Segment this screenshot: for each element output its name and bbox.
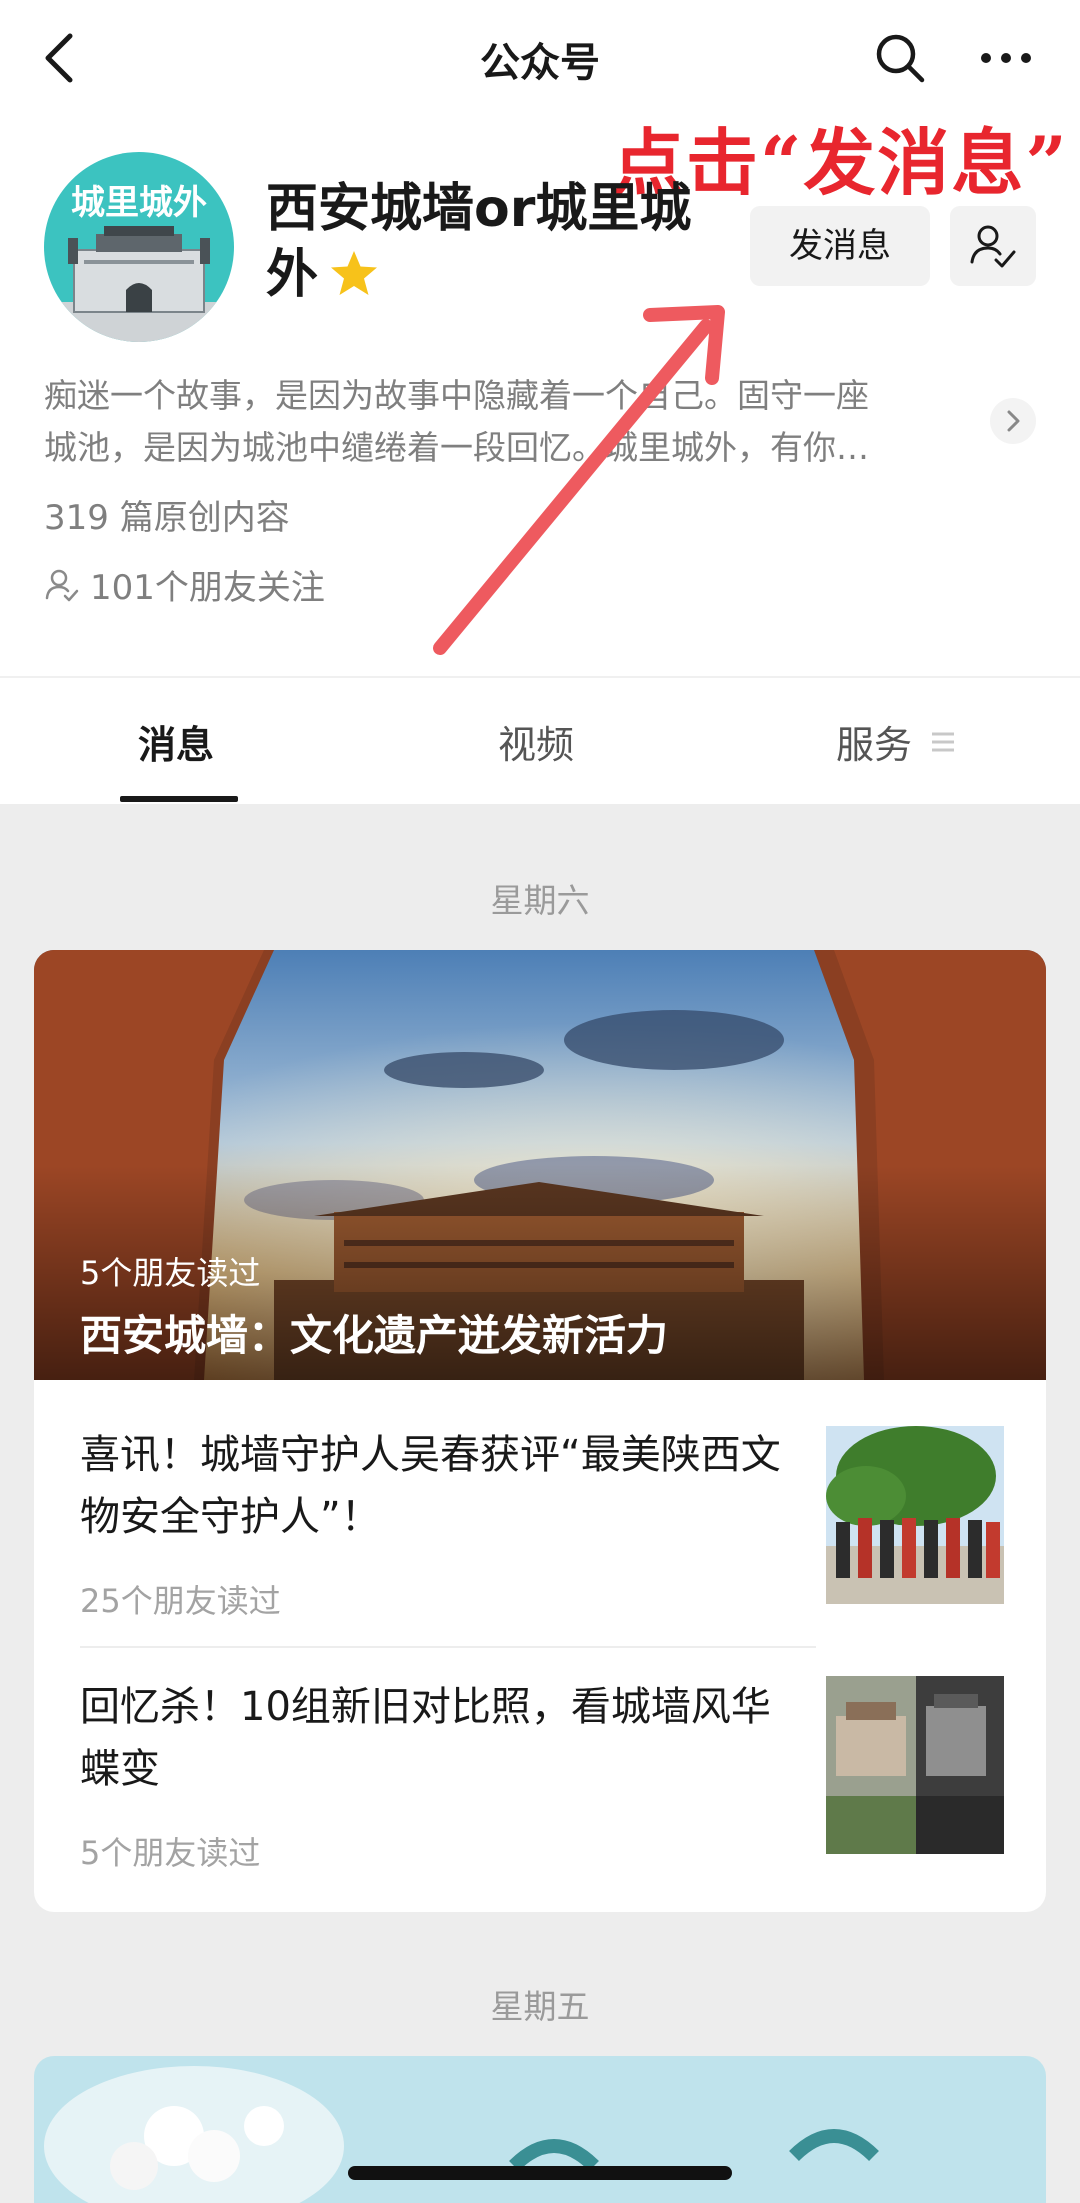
next-message-card[interactable] — [34, 2056, 1046, 2203]
account-name: 西安城墙or城里城外 — [266, 176, 726, 308]
account-description: 痴迷一个故事，是因为故事中隐藏着一个自己。固守一座 城池，是因为城池中缱绻着一段… — [44, 370, 984, 474]
original-article-count: 319 篇原创内容 — [44, 498, 290, 538]
description-line-2: 城池，是因为城池中缱绻着一段回忆。城里城外，有你… — [44, 428, 869, 467]
featured-title: 西安城墙：文化遗产迸发新活力 — [80, 1311, 669, 1360]
more-icon — [981, 53, 1031, 63]
search-button[interactable] — [872, 30, 928, 86]
article-reads: 5个朋友读过 — [80, 1834, 261, 1872]
friends-following-text: 101个朋友关注 — [90, 568, 325, 608]
tab-services-label: 服务 — [836, 723, 913, 767]
avatar-logo: 城里城外 — [44, 152, 234, 342]
user-check-icon — [970, 225, 1016, 268]
article-item[interactable]: 喜讯！城墙守护人吴春获评“最美陕西文物安全守护人”！ 25个朋友读过 — [34, 1380, 1046, 1646]
next-cover-image — [34, 2056, 1046, 2203]
search-icon — [876, 34, 925, 83]
avatar[interactable]: 城里城外 — [44, 152, 234, 342]
day-label: 星期五 — [490, 1987, 590, 2026]
article-thumbnail — [826, 1676, 1004, 1854]
article-title: 回忆杀！10组新旧对比照，看城墙风华蝶变 — [80, 1684, 771, 1792]
tab-messages[interactable]: 消息 — [138, 714, 214, 769]
send-message-button[interactable]: 发消息 — [750, 206, 930, 286]
chevron-right-icon — [1007, 410, 1020, 432]
article-title: 喜讯！城墙守护人吴春获评“最美陕西文物安全守护人”！ — [80, 1432, 781, 1540]
tab-bar: 消息 视频 服务 — [0, 678, 1080, 804]
description-line-1: 痴迷一个故事，是因为故事中隐藏着一个自己。固守一座 — [44, 376, 869, 415]
home-indicator[interactable] — [348, 2166, 732, 2180]
follow-status-button[interactable] — [950, 206, 1036, 286]
star-icon — [328, 248, 380, 300]
tab-video[interactable]: 视频 — [498, 714, 574, 769]
tab-services[interactable]: 服务 — [836, 714, 956, 769]
article-item[interactable]: 回忆杀！10组新旧对比照，看城墙风华蝶变 5个朋友读过 — [34, 1646, 1046, 1912]
article-reads: 25个朋友读过 — [80, 1582, 281, 1620]
more-button[interactable] — [978, 30, 1034, 86]
featured-reads: 5个朋友读过 — [80, 1254, 261, 1292]
active-tab-indicator — [120, 796, 238, 802]
description-expand-button[interactable] — [990, 398, 1036, 444]
featured-article[interactable]: 5个朋友读过 西安城墙：文化遗产迸发新活力 — [34, 950, 1046, 1380]
message-card: 5个朋友读过 西安城墙：文化遗产迸发新活力 喜讯！城墙守护人吴春获评“最美陕西文… — [34, 950, 1046, 1912]
friends-icon — [45, 569, 79, 601]
day-label: 星期六 — [490, 881, 590, 920]
navbar: 公众号 — [0, 0, 1080, 120]
svg-text:城里城外: 城里城外 — [71, 183, 207, 223]
friends-following[interactable]: 101个朋友关注 — [44, 560, 325, 609]
article-thumbnail — [826, 1426, 1004, 1604]
account-header: 公众号 点击“发消息” 城里城外 西安城墙or城里城外 发消息 痴迷一个故事，是… — [0, 0, 1080, 676]
menu-icon — [932, 732, 955, 751]
